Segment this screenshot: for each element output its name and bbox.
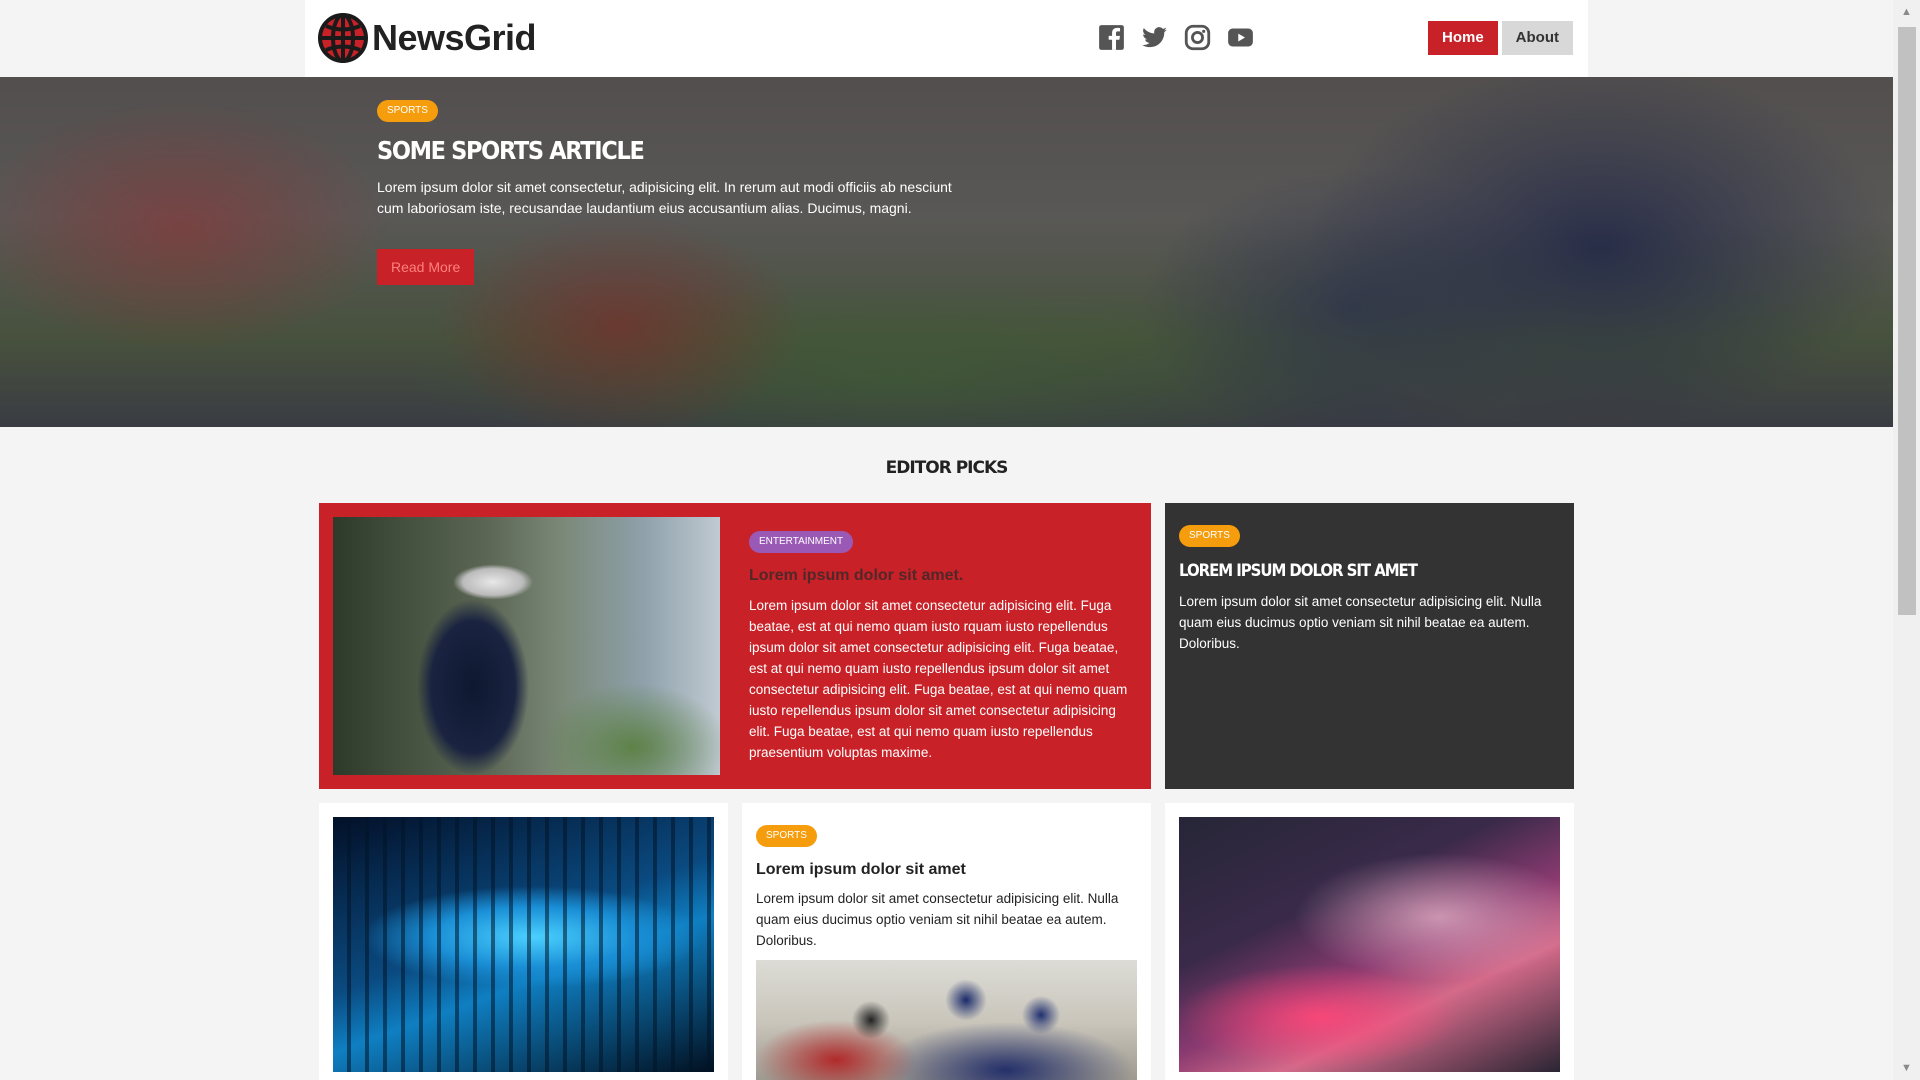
section-title: EDITOR PICKS xyxy=(885,458,1009,478)
youtube-icon[interactable] xyxy=(1227,24,1254,51)
article-text: Lorem ipsum dolor sit amet consectetur a… xyxy=(756,891,1119,948)
category-badge[interactable]: SPORTS xyxy=(756,825,817,847)
scroll-down-arrow-icon[interactable]: ▼ xyxy=(1893,1056,1920,1080)
nav-about[interactable]: About xyxy=(1501,21,1573,55)
instagram-icon[interactable] xyxy=(1184,24,1211,51)
hero-content: SPORTS SOME SPORTS ARTICLE Lorem ipsum d… xyxy=(377,100,967,285)
social-links xyxy=(1098,24,1254,51)
laptop-keyboard-image xyxy=(1179,817,1560,1072)
hero-banner: SPORTS SOME SPORTS ARTICLE Lorem ipsum d… xyxy=(0,77,1893,427)
hero-text: Lorem ipsum dolor sit amet consectetur, … xyxy=(377,179,952,216)
article-text: Lorem ipsum dolor sit amet consectetur a… xyxy=(1179,594,1542,651)
vr-headset-image xyxy=(333,517,720,775)
category-badge[interactable]: SPORTS xyxy=(377,100,438,122)
image-card-servers[interactable] xyxy=(319,803,728,1080)
article-title[interactable]: LOREM IPSUM DOLOR SIT AMET xyxy=(1179,561,1518,581)
read-more-button[interactable]: Read More xyxy=(377,249,475,285)
nav-home[interactable]: Home xyxy=(1427,21,1498,55)
server-rack-image xyxy=(333,817,714,1072)
category-badge[interactable]: ENTERTAINMENT xyxy=(749,531,854,553)
featured-article-card[interactable]: ENTERTAINMENT Lorem ipsum dolor sit amet… xyxy=(319,503,1151,789)
main-nav: Home About xyxy=(1427,21,1573,55)
middle-article-content: SPORTS Lorem ipsum dolor sit amet Lorem … xyxy=(756,825,1137,951)
image-card-laptop[interactable] xyxy=(1165,803,1574,1080)
scroll-up-arrow-icon[interactable]: ▲ xyxy=(1893,0,1920,24)
logo[interactable]: NewsGrid xyxy=(318,13,537,63)
article-text: Lorem ipsum dolor sit amet consectetur a… xyxy=(749,598,1128,760)
middle-article-card[interactable]: SPORTS Lorem ipsum dolor sit amet Lorem … xyxy=(742,803,1151,1080)
cyclists-image xyxy=(756,960,1137,1080)
site-header: NewsGrid Home About xyxy=(305,0,1588,77)
category-badge[interactable]: SPORTS xyxy=(1179,525,1240,547)
side-article-card[interactable]: SPORTS LOREM IPSUM DOLOR SIT AMET Lorem … xyxy=(1165,503,1574,789)
logo-text: NewsGrid xyxy=(372,17,537,58)
twitter-icon[interactable] xyxy=(1141,24,1168,51)
side-article-content: SPORTS LOREM IPSUM DOLOR SIT AMET Lorem … xyxy=(1179,525,1564,654)
featured-article-content: ENTERTAINMENT Lorem ipsum dolor sit amet… xyxy=(749,531,1139,763)
facebook-icon[interactable] xyxy=(1098,24,1125,51)
vertical-scrollbar[interactable]: ▲ ▼ xyxy=(1893,0,1920,1080)
article-title[interactable]: Lorem ipsum dolor sit amet. xyxy=(749,567,1139,585)
globe-logo-icon xyxy=(318,13,368,63)
scroll-thumb[interactable] xyxy=(1898,27,1916,615)
article-title[interactable]: Lorem ipsum dolor sit amet xyxy=(756,861,1137,879)
hero-title: SOME SPORTS ARTICLE xyxy=(377,136,645,165)
